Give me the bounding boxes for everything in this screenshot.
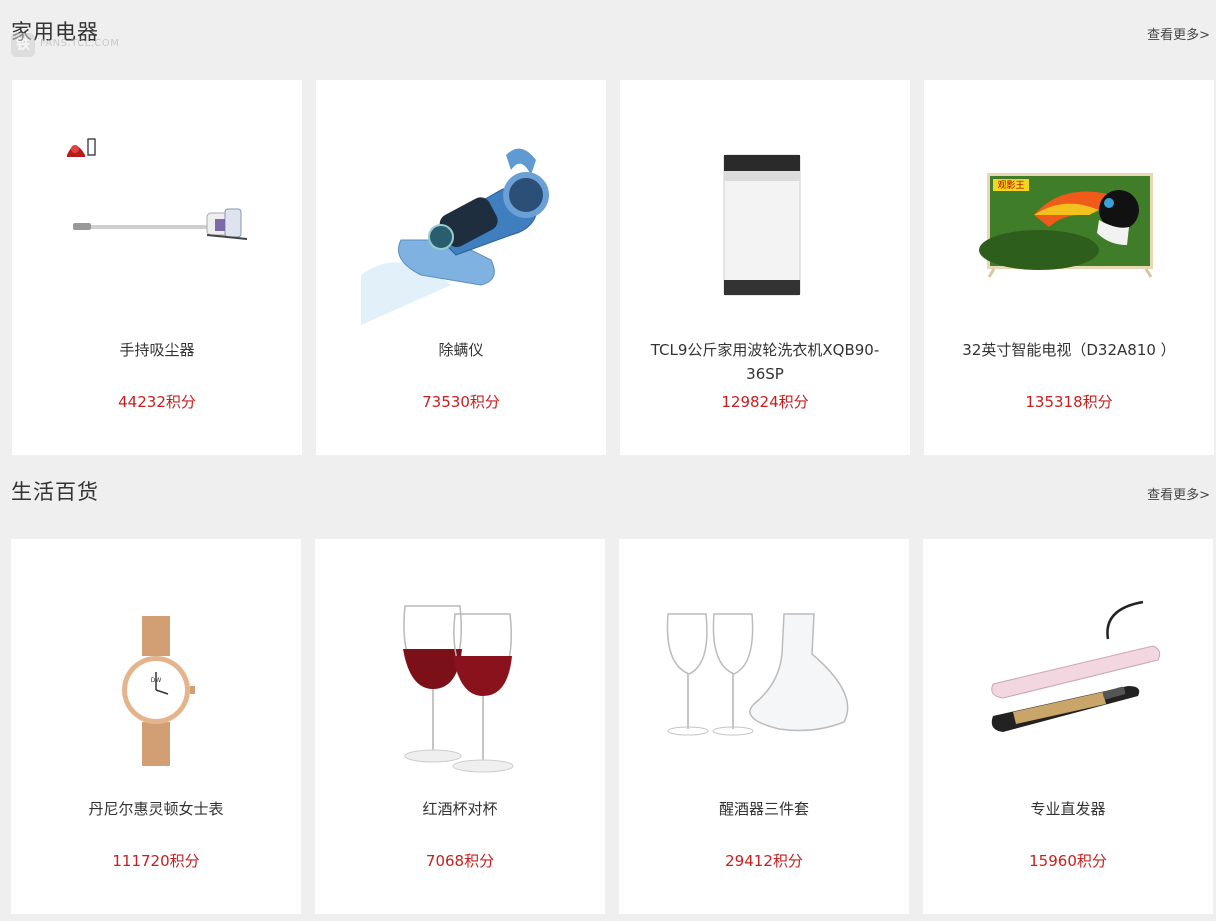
product-card[interactable]: TCL9公斤家用波轮洗衣机XQB90-36SP 129824积分 [620,80,910,455]
mite-remover-icon [361,135,561,325]
product-name: 醒酒器三件套 [718,800,809,818]
product-price: 29412积分 [725,852,803,870]
watermark-text: FANS.TCL.COM [40,38,120,49]
product-name: 32英寸智能电视（D32A810 ） [962,341,1176,359]
section-title: 生活百货 [11,480,99,504]
product-card[interactable]: 醒酒器三件套 29412积分 [619,539,909,914]
product-name: 红酒杯对杯 [422,800,498,818]
product-price: 44232积分 [118,393,196,411]
product-name: 专业直发器 [1030,800,1106,818]
site-watermark: 铁 FANS.TCL.COM [11,33,131,59]
vacuum-cleaner-icon [57,135,257,325]
product-price: 135318积分 [1025,393,1113,411]
product-card[interactable]: DW 丹尼尔惠灵顿女士表 111720积分 [11,539,301,914]
product-card[interactable]: 专业直发器 15960积分 [923,539,1213,914]
watch-logo-text: DW [151,677,162,684]
watermark-logo: 铁 [11,33,35,57]
product-price: 7068积分 [425,852,495,870]
product-price: 15960积分 [1029,852,1107,870]
product-price: 111720积分 [112,852,200,870]
product-card[interactable]: 手持吸尘器 44232积分 [12,80,302,455]
section-header-home-appliances: 家用电器 查看更多> 铁 FANS.TCL.COM [0,0,1216,60]
product-price: 129824积分 [721,393,809,411]
product-name: 丹尼尔惠灵顿女士表 [88,800,224,818]
product-card[interactable]: 观影王 32英寸智能电视（D32A810 ） 135318积分 [924,80,1214,455]
product-name: 除螨仪 [438,341,484,359]
product-card[interactable]: 红酒杯对杯 7068积分 [315,539,605,914]
tv-badge-text: 观影王 [997,180,1024,191]
decanter-set-icon [664,594,864,784]
product-name: 手持吸尘器 [119,341,195,359]
washing-machine-icon [665,135,865,325]
product-card[interactable]: 除螨仪 73530积分 [316,80,606,455]
section-header-daily-goods: 生活百货 查看更多> [0,460,1216,520]
hair-straightener-icon [968,594,1168,784]
tv-icon: 观影王 [969,135,1169,325]
product-price: 73530积分 [422,393,500,411]
view-more-link[interactable]: 查看更多> [1147,24,1210,43]
wine-glasses-icon [360,594,560,784]
watch-icon: DW [56,594,256,784]
view-more-link[interactable]: 查看更多> [1147,484,1210,503]
product-name: TCL9公斤家用波轮洗衣机XQB90-36SP [650,341,880,383]
